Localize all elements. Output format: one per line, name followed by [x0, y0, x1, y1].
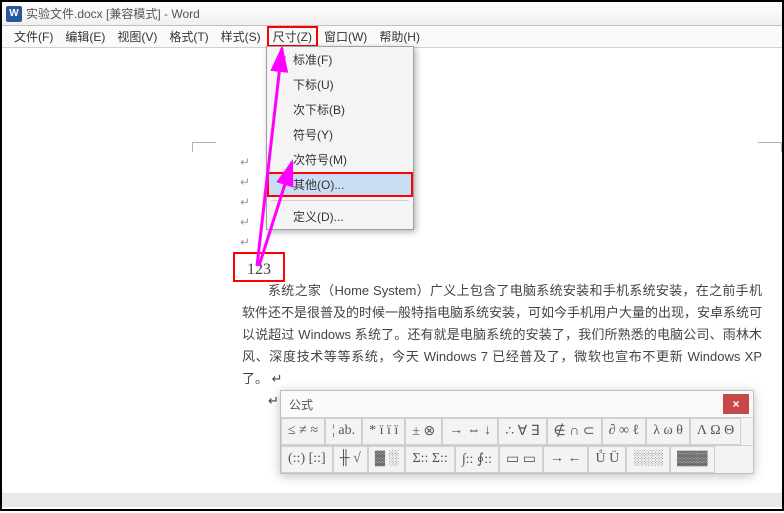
formula-cell[interactable]: ∴ ∀ ∃: [498, 418, 546, 445]
formula-cell[interactable]: → ⇔ ↓: [442, 418, 498, 445]
formula-cell[interactable]: ± ⊗: [405, 418, 442, 445]
body-prefix: 系统之家: [268, 283, 321, 298]
size-dropdown: ✓ 标准(F) 下标(U) 次下标(B) 符号(Y) 次符号(M) 其他(O).…: [266, 46, 414, 230]
formula-cell[interactable]: ▓ ░: [368, 446, 406, 473]
equation-toolbar-window[interactable]: 公式 × ≤ ≠ ≈ ¦ ab. * ï ï ï ± ⊗ → ⇔ ↓ ∴ ∀ ∃…: [280, 390, 754, 474]
word-icon: W: [6, 6, 22, 22]
formula-cell[interactable]: Ů Ü: [588, 446, 626, 473]
equation-toolbar-header[interactable]: 公式 ×: [281, 391, 753, 417]
formula-cell[interactable]: * ï ï ï: [362, 418, 405, 445]
titlebar: W 实验文件.docx [兼容模式] - Word: [2, 2, 782, 26]
dropdown-item-other[interactable]: 其他(O)...: [267, 172, 413, 197]
check-icon: ✓: [273, 53, 293, 67]
menu-help[interactable]: 帮助(H): [373, 26, 426, 47]
margin-corner-left: [192, 142, 216, 152]
dropdown-item-subsubscript[interactable]: 次下标(B): [267, 97, 413, 122]
formula-cell[interactable]: Λ Ω Θ: [690, 418, 741, 445]
horizontal-scrollbar[interactable]: [2, 493, 782, 507]
formula-cell[interactable]: ▭ ▭: [499, 446, 543, 473]
formula-cell[interactable]: Σ:: Σ::: [405, 446, 454, 473]
dropdown-separator: [271, 200, 409, 201]
formula-cell[interactable]: → ←: [543, 446, 589, 473]
dropdown-item-standard[interactable]: ✓ 标准(F): [267, 47, 413, 72]
formula-cell[interactable]: ¦ ab.: [325, 418, 362, 445]
formula-cell[interactable]: λ ω θ: [646, 418, 690, 445]
margin-corner-right: [758, 142, 782, 152]
subscript-sample-box: 123: [233, 252, 285, 282]
close-button[interactable]: ×: [723, 394, 749, 414]
equation-toolbar-row1: ≤ ≠ ≈ ¦ ab. * ï ï ï ± ⊗ → ⇔ ↓ ∴ ∀ ∃ ∉ ∩ …: [281, 417, 753, 445]
dropdown-item-subscript[interactable]: 下标(U): [267, 72, 413, 97]
formula-cell[interactable]: ▓▓▓: [670, 446, 715, 473]
formula-cell[interactable]: ╫ √: [333, 446, 368, 473]
body-paragraph: （Home System）广义上包含了电脑系统安装和手机系统安装，在之前手机软件…: [242, 283, 762, 386]
menubar: 文件(F) 编辑(E) 视图(V) 格式(T) 样式(S) 尺寸(Z) 窗口(W…: [2, 26, 782, 48]
paragraph-marks: ↵↵↵↵↵: [240, 152, 250, 252]
formula-cell[interactable]: ░░░: [626, 446, 670, 473]
dropdown-item-define[interactable]: 定义(D)...: [267, 204, 413, 229]
formula-cell[interactable]: ≤ ≠ ≈: [281, 418, 325, 445]
formula-cell[interactable]: ∉ ∩ ⊂: [547, 418, 602, 445]
dropdown-item-subsymbol[interactable]: 次符号(M): [267, 147, 413, 172]
equation-toolbar-title: 公式: [285, 396, 723, 413]
subscript-sample-text: 123: [247, 261, 271, 279]
menu-size[interactable]: 尺寸(Z): [267, 26, 318, 47]
equation-toolbar-row2: (::) [::] ╫ √ ▓ ░ Σ:: Σ:: ∫:: ∮:: ▭ ▭ → …: [281, 445, 753, 473]
formula-cell[interactable]: ∂ ∞ ℓ: [602, 418, 647, 445]
menu-file[interactable]: 文件(F): [8, 26, 59, 47]
menu-window[interactable]: 窗口(W): [318, 26, 373, 47]
menu-edit[interactable]: 编辑(E): [59, 26, 111, 47]
menu-style[interactable]: 样式(S): [215, 26, 267, 47]
menu-view[interactable]: 视图(V): [111, 26, 163, 47]
formula-cell[interactable]: (::) [::]: [281, 446, 333, 473]
window-title: 实验文件.docx [兼容模式] - Word: [26, 5, 200, 22]
menu-format[interactable]: 格式(T): [163, 26, 214, 47]
dropdown-item-symbol[interactable]: 符号(Y): [267, 122, 413, 147]
formula-cell[interactable]: ∫:: ∮::: [455, 446, 499, 473]
